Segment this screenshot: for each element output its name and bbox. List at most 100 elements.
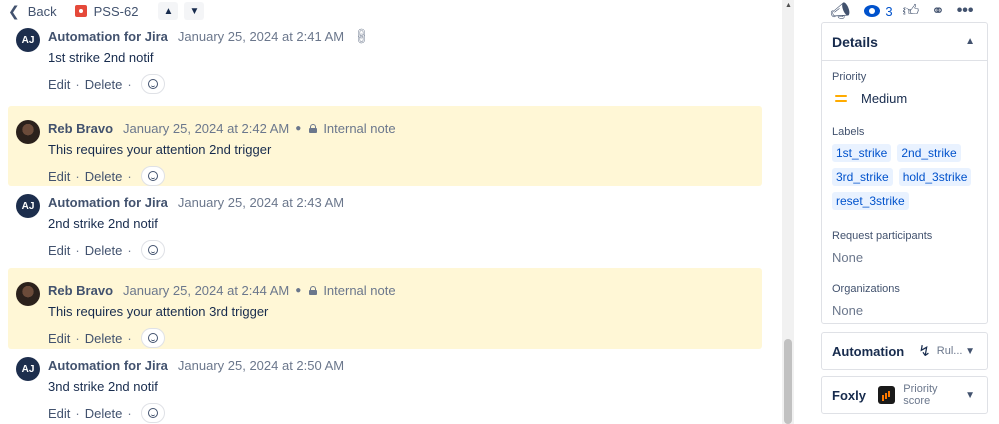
lock-icon — [309, 123, 318, 133]
separator: · — [127, 330, 132, 346]
emoji-icon — [147, 245, 158, 255]
labels-label: Labels — [832, 126, 865, 138]
comment-internal: Reb Bravo January 25, 2024 at 2:42 AM ● … — [8, 106, 762, 186]
emoji-icon — [147, 79, 158, 89]
automation-title: Automation — [832, 343, 905, 359]
chevron-down-icon[interactable]: ▼ — [965, 390, 975, 401]
separator: · — [127, 242, 132, 258]
delete-comment-button[interactable]: Delete — [85, 77, 123, 92]
watch-button[interactable]: 3 — [864, 3, 893, 19]
add-reaction-button[interactable] — [140, 166, 165, 186]
scroll-up-arrow-icon[interactable]: ▲ — [785, 2, 792, 9]
edit-comment-button[interactable]: Edit — [48, 77, 70, 92]
edit-comment-button[interactable]: Edit — [48, 169, 70, 184]
add-reaction-button[interactable] — [140, 240, 165, 260]
participants-value[interactable]: None — [832, 250, 987, 265]
chevron-down-icon[interactable]: ▼ — [965, 346, 975, 357]
delete-comment-button[interactable]: Delete — [85, 243, 123, 258]
comment-date[interactable]: January 25, 2024 at 2:50 AM — [178, 358, 344, 373]
megaphone-icon[interactable]: 📣︎ — [830, 1, 850, 21]
watch-count: 3 — [885, 3, 893, 19]
comment-date[interactable]: January 25, 2024 at 2:44 AM — [123, 283, 289, 298]
priority-value: Medium — [861, 91, 908, 106]
comment-body: This requires your attention 3rd trigger — [48, 304, 269, 319]
separator: · — [127, 76, 132, 92]
foxly-panel[interactable]: Foxly Priority score ▼ — [821, 376, 988, 414]
foxly-title: Foxly — [832, 387, 866, 403]
chevron-up-icon: ▲ — [163, 5, 174, 17]
organizations-value[interactable]: None — [832, 303, 987, 318]
eye-icon — [864, 5, 881, 17]
delete-comment-button[interactable]: Delete — [85, 169, 123, 184]
internal-note-badge: Internal note — [323, 120, 396, 136]
foxly-logo-icon — [877, 386, 896, 404]
avatar[interactable] — [16, 120, 40, 144]
thumbs-up-icon[interactable]: 👍︎ — [903, 2, 920, 21]
internal-note-badge: Internal note — [323, 282, 396, 298]
emoji-icon — [147, 408, 158, 418]
chevron-up-icon[interactable]: ▲ — [965, 36, 975, 47]
comment-list: AJ Automation for Jira January 25, 2024 … — [8, 24, 762, 423]
comment-internal: Reb Bravo January 25, 2024 at 2:44 AM ● … — [8, 268, 762, 349]
details-header[interactable]: Details ▲ — [822, 23, 987, 61]
avatar[interactable]: AJ — [16, 357, 40, 381]
edit-comment-button[interactable]: Edit — [48, 243, 70, 258]
issue-key-link[interactable]: PSS-62 — [74, 3, 139, 19]
automation-subtitle: Rul... — [936, 345, 963, 357]
separator: · — [127, 168, 132, 184]
back-label: Back — [27, 3, 57, 19]
back-button[interactable]: ❮ Back — [8, 3, 57, 20]
organizations-label: Organizations — [832, 283, 900, 295]
comment-author[interactable]: Reb Bravo — [48, 283, 113, 298]
add-reaction-button[interactable] — [140, 403, 165, 423]
delete-comment-button[interactable]: Delete — [85, 331, 123, 346]
scrollbar-thumb[interactable] — [784, 339, 792, 424]
comment-body: 1st strike 2nd notif — [48, 50, 154, 65]
automation-panel[interactable]: Automation ↯ Rul... ▼ — [821, 332, 988, 370]
comment-date[interactable]: January 25, 2024 at 2:42 AM — [123, 121, 289, 136]
more-options-icon[interactable]: ••• — [957, 2, 974, 20]
separator: · — [75, 405, 80, 421]
delete-comment-button[interactable]: Delete — [85, 406, 123, 421]
comment-date[interactable]: January 25, 2024 at 2:41 AM — [178, 29, 344, 44]
separator: · — [75, 168, 80, 184]
issue-type-icon — [74, 5, 87, 17]
separator: · — [75, 330, 80, 346]
next-issue-button[interactable]: ▼ — [184, 2, 205, 20]
comment-author[interactable]: Automation for Jira — [48, 29, 168, 44]
label-chip[interactable]: reset_3strike — [832, 192, 909, 210]
add-reaction-button[interactable] — [140, 74, 165, 94]
comment-body: 3nd strike 2nd notif — [48, 379, 158, 394]
priority-field[interactable]: Medium — [835, 91, 987, 106]
comment-body: This requires your attention 2nd trigger — [48, 142, 272, 157]
details-panel: Details ▲ Priority Medium Labels 1st_str… — [821, 22, 988, 324]
edit-comment-button[interactable]: Edit — [48, 406, 70, 421]
separator: · — [75, 242, 80, 258]
avatar[interactable] — [16, 282, 40, 306]
comment: AJ Automation for Jira January 25, 2024 … — [8, 349, 762, 423]
edit-comment-button[interactable]: Edit — [48, 331, 70, 346]
avatar[interactable]: AJ — [16, 194, 40, 218]
previous-issue-button[interactable]: ▲ — [158, 2, 179, 20]
avatar[interactable]: AJ — [16, 28, 40, 52]
comment-author[interactable]: Reb Bravo — [48, 121, 113, 136]
issue-key: PSS-62 — [93, 3, 139, 19]
label-chip[interactable]: 2nd_strike — [897, 144, 961, 162]
label-chip[interactable]: 3rd_strike — [832, 168, 893, 186]
comment-author[interactable]: Automation for Jira — [48, 358, 168, 373]
label-chip[interactable]: 1st_strike — [832, 144, 892, 162]
lightning-bolt-icon: ↯ — [918, 343, 931, 360]
details-title: Details — [832, 33, 878, 50]
labels-field[interactable]: 1st_strike 2nd_strike 3rd_strike hold_3s… — [832, 144, 982, 216]
comment-date[interactable]: January 25, 2024 at 2:43 AM — [178, 195, 344, 210]
emoji-icon — [147, 171, 158, 181]
add-reaction-button[interactable] — [140, 328, 165, 348]
share-icon[interactable]: ⚭ — [931, 1, 944, 21]
issue-topbar: ❮ Back PSS-62 ▲ ▼ — [0, 0, 780, 22]
issue-actions-toolbar: 📣︎ 3 👍︎ ⚭ ••• — [830, 0, 990, 22]
label-chip[interactable]: hold_3strike — [898, 168, 972, 186]
link-icon[interactable]: 🔗︎ — [351, 26, 372, 47]
priority-label: Priority — [832, 71, 867, 83]
emoji-icon — [147, 333, 158, 343]
comment-author[interactable]: Automation for Jira — [48, 195, 168, 210]
